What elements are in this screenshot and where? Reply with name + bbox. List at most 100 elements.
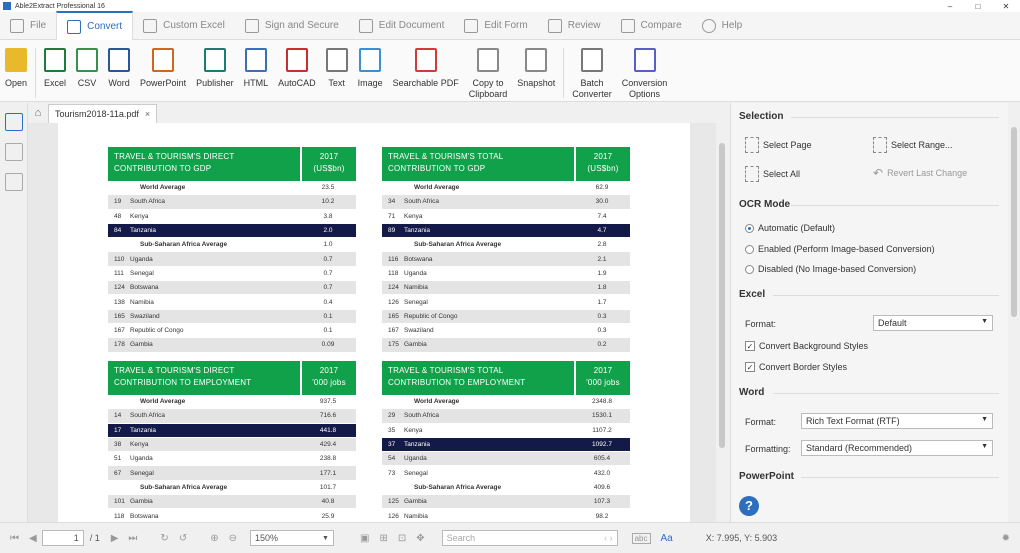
word-formatting-select[interactable]: Standard (Recommended) ▼: [801, 440, 993, 456]
excel-format-select[interactable]: Default ▼: [873, 315, 993, 331]
zoom-select[interactable]: 150% ▼: [249, 530, 334, 546]
attachments-icon[interactable]: [5, 173, 23, 191]
maximize-button[interactable]: □: [964, 2, 992, 11]
document-scrollbar[interactable]: [716, 103, 728, 522]
select-range-icon: [873, 137, 887, 153]
row-value: 0.7: [323, 269, 333, 277]
ribbon-autocad-button[interactable]: AutoCAD: [273, 48, 321, 89]
ribbon-label: AutoCAD: [278, 78, 316, 88]
row-rank: 138: [114, 298, 125, 306]
ribbon-publisher-button[interactable]: Publisher: [191, 48, 239, 89]
row-rank: 118: [114, 512, 125, 520]
row-name: Kenya: [404, 212, 423, 220]
ribbon-excel-button[interactable]: Excel: [39, 48, 71, 89]
tab-review[interactable]: Review: [538, 12, 611, 40]
convert-background-checkbox[interactable]: ✓ Convert Background Styles: [745, 341, 868, 351]
close-tab-icon[interactable]: ×: [145, 109, 150, 119]
html-icon: [244, 48, 267, 72]
rotate-counterclockwise-icon[interactable]: ↺: [179, 533, 187, 544]
ribbon-powerpoint-button[interactable]: PowerPoint: [135, 48, 191, 89]
tab-edit-form[interactable]: Edit Form: [454, 12, 537, 40]
scrollbar-thumb[interactable]: [1011, 127, 1017, 317]
row-rank: 118: [388, 269, 399, 277]
row-name: Kenya: [130, 212, 149, 220]
tab-custom-excel[interactable]: Custom Excel: [133, 12, 235, 40]
ribbon-html-button[interactable]: HTML: [239, 48, 274, 89]
row-name: Botswana: [404, 255, 433, 263]
ocr-enabled-radio[interactable]: Enabled (Perform Image-based Conversion): [745, 244, 935, 254]
tab-convert[interactable]: Convert: [56, 11, 134, 40]
tab-file[interactable]: File: [0, 12, 56, 40]
match-case-toggle[interactable]: abc: [631, 532, 651, 544]
row-rank: 48: [114, 212, 122, 220]
ribbon-snapshot-button[interactable]: Snapshot: [512, 48, 560, 89]
bookmarks-icon[interactable]: [5, 143, 23, 161]
rotate-clockwise-icon[interactable]: ↻: [160, 533, 168, 544]
pan-icon[interactable]: ✥: [416, 533, 424, 544]
actual-size-icon[interactable]: ⊡: [398, 533, 406, 544]
zoom-in-icon[interactable]: ⊕: [210, 533, 218, 544]
edit-document-icon: [358, 18, 373, 33]
settings-gear-icon[interactable]: ✹: [1002, 533, 1010, 544]
page-number-input[interactable]: 1: [41, 530, 84, 546]
section-word: Word: [739, 387, 765, 398]
ribbon-image-button[interactable]: Image: [353, 48, 388, 89]
divider: [773, 295, 999, 296]
tab-sign-secure[interactable]: Sign and Secure: [235, 12, 349, 40]
ribbon-word-button[interactable]: Word: [103, 48, 135, 89]
document-tab[interactable]: Tourism2018-11a.pdf ×: [48, 103, 158, 123]
gear-icon: [633, 48, 656, 72]
tab-compare[interactable]: Compare: [611, 12, 692, 40]
ribbon-searchable-pdf-button[interactable]: Searchable PDF: [388, 48, 464, 89]
row-value: 605.4: [593, 455, 611, 463]
home-icon[interactable]: ⌂: [28, 107, 48, 119]
tab-label: Custom Excel: [163, 20, 225, 31]
row-rank: 89: [388, 227, 396, 235]
select-page-icon: [745, 137, 759, 153]
search-input[interactable]: Search ‹ ›: [441, 530, 618, 546]
ribbon-separator: [563, 48, 565, 98]
last-page-icon[interactable]: ⏭: [128, 533, 137, 544]
row-value: 409.6: [593, 483, 611, 491]
row-rank: 17: [114, 426, 122, 434]
ribbon-clipboard-button[interactable]: Copy to Clipboard: [464, 48, 513, 100]
row-value: 0.7: [323, 284, 333, 292]
fit-page-icon[interactable]: ▣: [360, 533, 369, 544]
font-toggle[interactable]: Aa: [661, 533, 673, 544]
revert-last-change-button[interactable]: ↶ Revert Last Change: [873, 166, 967, 180]
close-button[interactable]: ✕: [992, 2, 1020, 11]
ocr-automatic-radio[interactable]: Automatic (Default): [745, 223, 835, 233]
previous-page-icon[interactable]: ◀: [29, 533, 37, 544]
help-button[interactable]: ?: [739, 496, 759, 516]
fit-width-icon[interactable]: ⊞: [379, 533, 387, 544]
table-row: 124 Botswana 0.7: [108, 281, 356, 296]
tab-help[interactable]: Help: [692, 12, 753, 40]
ribbon-batch-converter-button[interactable]: Batch Converter: [567, 48, 617, 100]
ribbon-label: Conversion Options: [621, 78, 668, 99]
ocr-disabled-radio[interactable]: Disabled (No Image-based Conversion): [745, 264, 916, 274]
select-range-button[interactable]: Select Range...: [873, 137, 953, 153]
row-value: 7.4: [597, 212, 607, 220]
zoom-out-icon[interactable]: ⊖: [229, 533, 237, 544]
word-format-select[interactable]: Rich Text Format (RTF) ▼: [801, 413, 993, 429]
select-all-button[interactable]: Select All: [745, 166, 800, 182]
row-rank: 29: [388, 412, 396, 420]
document-view[interactable]: TRAVEL & TOURISM'S DIRECT CONTRIBUTION T…: [28, 123, 716, 522]
ribbon-text-button[interactable]: Text: [321, 48, 353, 89]
tab-edit-document[interactable]: Edit Document: [349, 12, 455, 40]
ribbon-folder-button[interactable]: Open: [0, 48, 32, 89]
panel-scrollbar[interactable]: [1008, 103, 1020, 522]
ribbon-csv-button[interactable]: CSV: [71, 48, 103, 89]
tab-label: Convert: [87, 21, 123, 32]
row-value: 0.1: [323, 312, 333, 320]
ribbon-gear-button[interactable]: Conversion Options: [617, 48, 673, 100]
row-value: 429.4: [319, 441, 337, 449]
first-page-icon[interactable]: ⏮: [10, 533, 19, 544]
convert-border-checkbox[interactable]: ✓ Convert Border Styles: [745, 362, 847, 372]
select-page-button[interactable]: Select Page: [745, 137, 812, 153]
scrollbar-thumb[interactable]: [719, 143, 725, 448]
next-page-icon[interactable]: ▶: [111, 533, 119, 544]
minimize-button[interactable]: –: [936, 2, 964, 11]
thumbnails-icon[interactable]: [5, 113, 23, 131]
search-nav-icon[interactable]: ‹ ›: [604, 533, 613, 543]
